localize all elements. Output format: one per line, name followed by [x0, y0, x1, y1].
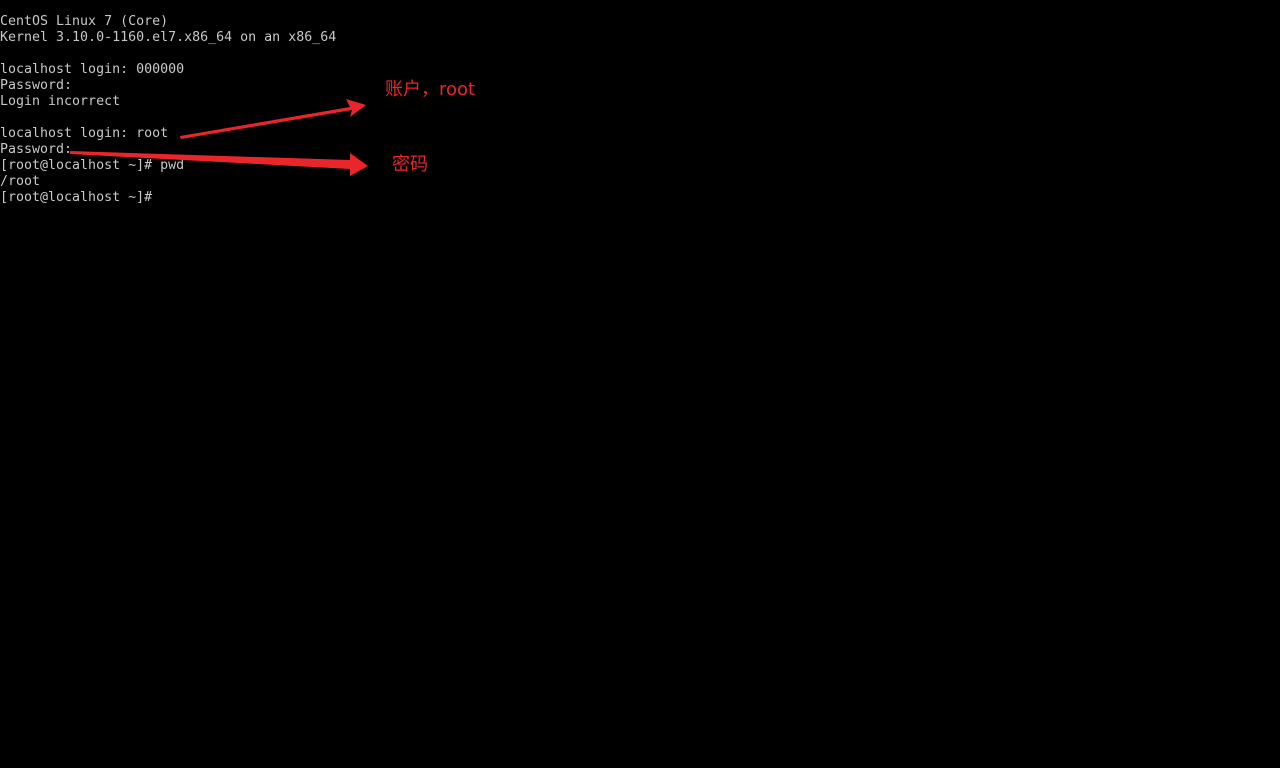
- annotation-password-label: 密码: [392, 154, 428, 175]
- arrow-to-login-root: [180, 99, 366, 139]
- console-screen[interactable]: CentOS Linux 7 (Core) Kernel 3.10.0-1160…: [0, 0, 1280, 768]
- annotation-arrows: [70, 99, 368, 176]
- arrow-to-password: [70, 151, 368, 176]
- annotation-account-label: 账户，root: [385, 79, 476, 100]
